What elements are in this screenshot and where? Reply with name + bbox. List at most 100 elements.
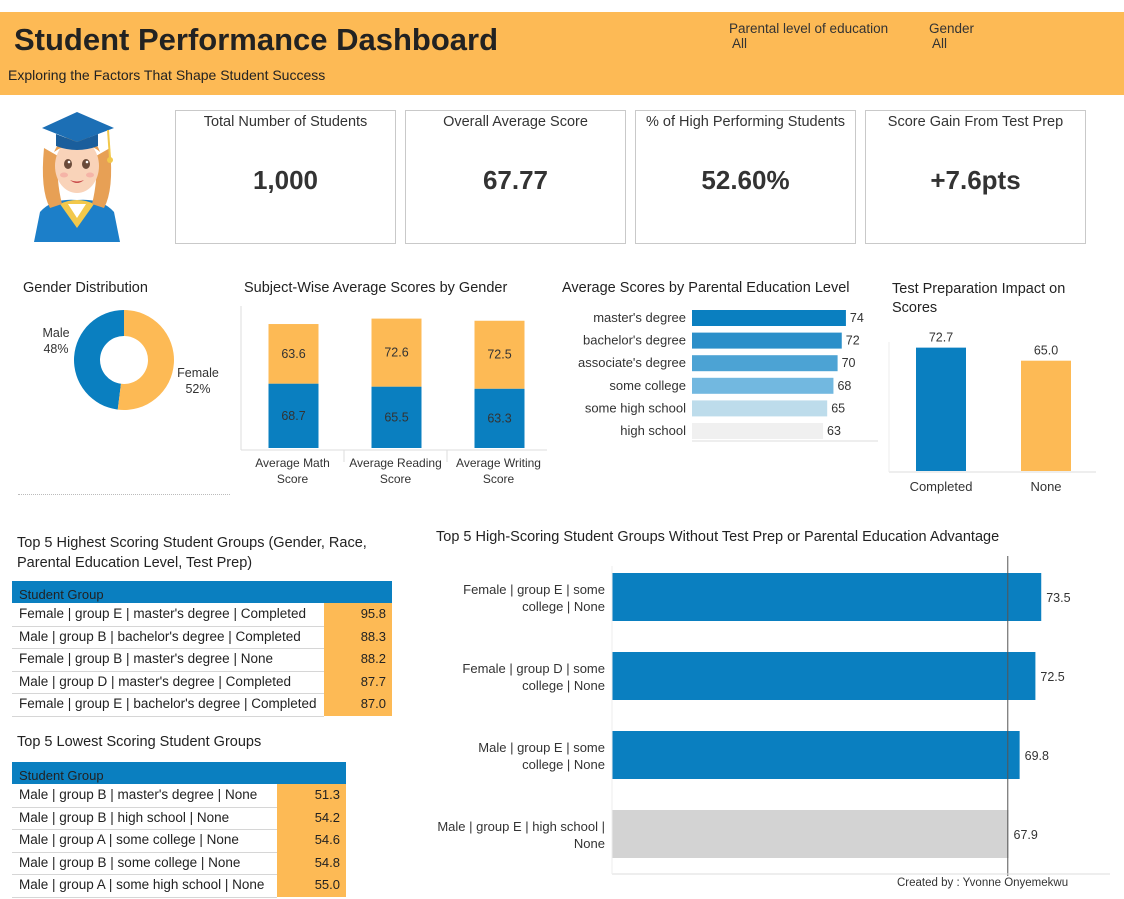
bar-value-label: 72.6 <box>384 346 408 360</box>
gender-chart-title: Gender Distribution <box>23 280 148 296</box>
parental-bar[interactable] <box>692 355 838 372</box>
category-label: master's degree <box>593 310 686 325</box>
filter-value[interactable]: All <box>732 36 888 51</box>
student-group-cell: Male | group B | high school | None <box>19 809 230 825</box>
category-label: college | None <box>522 757 605 772</box>
kpi-label: Total Number of Students <box>203 114 368 130</box>
donut-percent-label: 48% <box>43 342 68 356</box>
top-groups-table: Student Group Female | group E | master'… <box>12 581 392 717</box>
top-groups-table-title: Top 5 Highest Scoring Student Groups (Ge… <box>17 535 367 571</box>
table-row[interactable]: Male | group B | master's degree | None 5… <box>12 784 346 807</box>
bar-value-label: 72 <box>846 334 860 348</box>
category-label: some high school <box>585 400 686 415</box>
kpi-value: +7.6pts <box>930 165 1021 195</box>
test-prep-bar[interactable] <box>1021 360 1071 471</box>
score-cell: 54.2 <box>314 809 340 825</box>
kpi-value: 52.60% <box>701 165 790 195</box>
test-prep-bar-chart: 72.7 Completed 65.0 None <box>888 331 1096 494</box>
kpi-value: 1,000 <box>252 165 319 195</box>
no-advantage-groups-bar-chart: 73.5 Female | group E | some college | Non… <box>437 556 1110 876</box>
student-group-cell: Male | group B | some college | None <box>19 854 241 870</box>
table-row[interactable]: Male | group B | bachelor's degree | Com… <box>12 626 392 649</box>
category-label: Score <box>483 472 515 486</box>
category-label: Male | group E | some <box>478 740 605 755</box>
category-label: Average Reading <box>349 456 442 470</box>
kpi-card-high-performers: % of High Performing Students 52.60% <box>635 110 856 244</box>
parental-bar[interactable] <box>692 332 842 349</box>
table-row[interactable]: Female | group E | bachelor's degree | C… <box>12 693 392 716</box>
category-label: Female | group E | some <box>463 582 605 597</box>
category-label: Average Writing <box>456 456 541 470</box>
no-advantage-chart-title: Top 5 High-Scoring Student Groups Withou… <box>436 529 1000 545</box>
score-cell: 88.2 <box>360 651 386 666</box>
bar-value-label: 68.7 <box>281 409 305 423</box>
donut-slice-male[interactable] <box>73 310 124 410</box>
student-group-cell: Male | group A | some high school | None <box>19 877 265 892</box>
donut-percent-label: 52% <box>185 382 210 396</box>
group-bar[interactable] <box>612 731 1020 779</box>
kpi-card-total-students: Total Number of Students 1,000 <box>175 110 396 244</box>
table-row[interactable]: Male | group B | some college | None 54.8 <box>12 852 346 875</box>
category-label: Completed <box>910 479 973 494</box>
bar-value-label: 72.5 <box>1040 670 1064 684</box>
score-cell: 51.3 <box>314 787 340 802</box>
score-cell: 88.3 <box>360 628 386 644</box>
score-cell: 95.8 <box>360 606 386 621</box>
score-cell: 87.0 <box>360 696 386 711</box>
category-label: bachelor's degree <box>583 333 686 348</box>
category-label: Male | group E | high school | <box>437 819 605 834</box>
graduate-girl-illustration <box>34 112 120 242</box>
kpi-label: Score Gain From Test Prep <box>887 114 1064 130</box>
student-group-cell: Male | group D | master's degree | Compl… <box>19 673 291 689</box>
group-bar[interactable] <box>612 573 1042 621</box>
test-prep-chart-title: Test Preparation Impact on Scores <box>892 281 1066 316</box>
category-label: Score <box>277 472 309 486</box>
bar-value-label: 70 <box>842 356 856 370</box>
student-group-cell: Male | group A | some college | None <box>19 832 239 847</box>
bar-value-label: 63 <box>827 424 841 438</box>
table-row[interactable]: Male | group A | some college | None 54.6 <box>12 829 346 852</box>
filter-label: Parental level of education <box>729 21 889 36</box>
bar-value-label: 65 <box>831 401 845 415</box>
bar-value-label: 68 <box>837 379 851 393</box>
filter-gender[interactable]: Gender All <box>929 21 974 51</box>
parental-bar[interactable] <box>692 400 828 417</box>
category-label: some college <box>609 378 686 393</box>
student-group-cell: Female | group E | bachelor's degree | C… <box>19 696 317 711</box>
student-group-cell: Male | group B | master's degree | None <box>19 787 258 802</box>
category-label: None <box>1030 479 1061 494</box>
bar-value-label: 63.6 <box>281 347 305 361</box>
category-label: college | None <box>522 599 605 614</box>
student-group-cell: Female | group B | master's degree | Non… <box>19 651 273 666</box>
category-label: Average Math <box>255 456 330 470</box>
filter-parental-education[interactable]: Parental level of education All <box>729 21 888 51</box>
score-cell: 54.8 <box>314 854 340 870</box>
parental-bar[interactable] <box>692 310 846 326</box>
bar-value-label: 63.3 <box>487 411 511 425</box>
bar-value-label: 72.5 <box>487 348 511 362</box>
table-row[interactable]: Male | group D | master's degree | Compl… <box>12 671 392 694</box>
parental-chart-title: Average Scores by Parental Education Lev… <box>562 280 850 296</box>
bar-value-label: 67.9 <box>1014 828 1038 842</box>
parental-bar[interactable] <box>692 377 834 394</box>
lowest-groups-table-title: Top 5 Lowest Scoring Student Groups <box>17 734 262 750</box>
parental-bar[interactable] <box>692 423 824 439</box>
category-label: None <box>574 836 605 851</box>
table-header: Student Group <box>12 581 392 603</box>
table-row[interactable]: Female | group B | master's degree | Non… <box>12 648 392 671</box>
donut-slice-female[interactable] <box>117 310 174 410</box>
group-bar[interactable] <box>612 652 1036 700</box>
student-group-cell: Female | group E | master's degree | Com… <box>19 606 306 621</box>
kpi-card-average-score: Overall Average Score 67.77 <box>405 110 626 244</box>
group-bar[interactable] <box>612 810 1009 858</box>
table-row[interactable]: Female | group E | master's degree | Com… <box>12 603 392 626</box>
page-title: Student Performance Dashboard <box>14 22 499 57</box>
row-divider <box>12 715 324 717</box>
kpi-value: 67.77 <box>482 165 549 195</box>
test-prep-bar[interactable] <box>916 347 966 471</box>
table-row[interactable]: Male | group B | high school | None 54.2 <box>12 807 346 830</box>
filter-value[interactable]: All <box>932 36 974 51</box>
category-label: Score <box>380 472 412 486</box>
student-group-cell: Male | group B | bachelor's degree | Com… <box>19 628 301 644</box>
table-row[interactable]: Male | group A | some high school | None… <box>12 874 346 897</box>
